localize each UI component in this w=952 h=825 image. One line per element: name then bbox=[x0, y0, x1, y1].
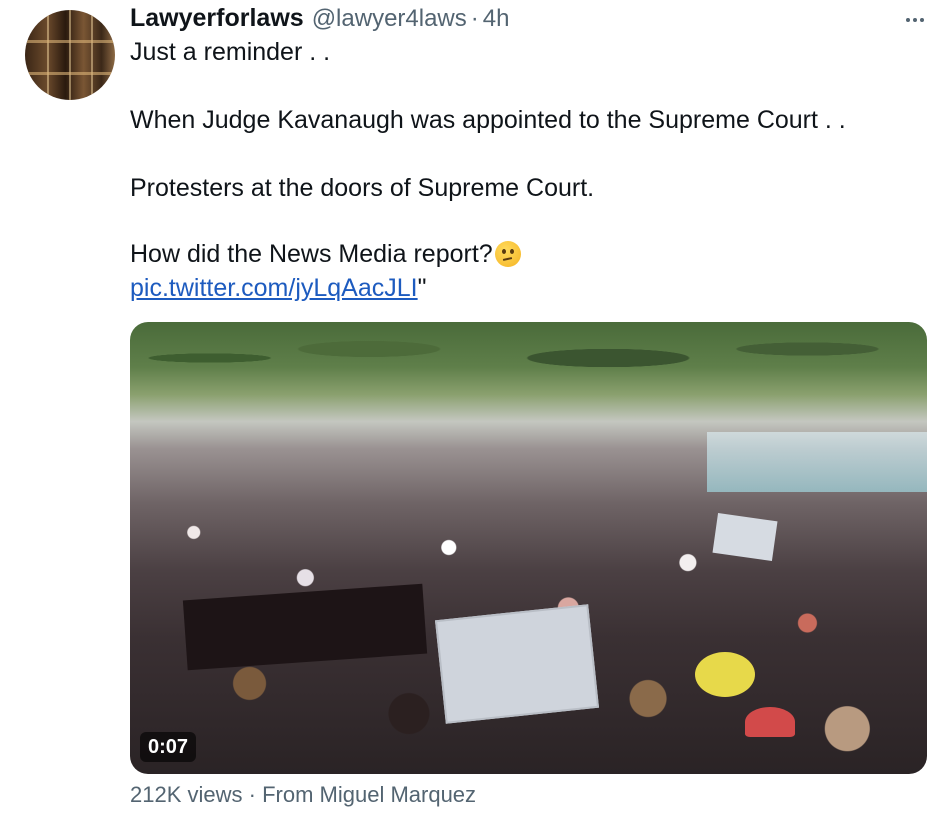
thinking-face-icon bbox=[494, 241, 521, 267]
tweet-link-line: pic.twitter.com/jyLqAacJLI" bbox=[130, 274, 427, 303]
video-frame-sign bbox=[434, 604, 600, 724]
video-frame-trees bbox=[130, 322, 927, 412]
link-suffix: " bbox=[417, 274, 427, 302]
video-frame-sign bbox=[712, 513, 778, 561]
more-options-icon[interactable] bbox=[900, 10, 930, 30]
tweet-text-question: How did the News Media report? bbox=[130, 240, 521, 269]
video-frame-figure bbox=[745, 707, 795, 737]
video-source[interactable]: From Miguel Marquez bbox=[262, 782, 476, 807]
pic-link[interactable]: pic.twitter.com/jyLqAacJLI bbox=[130, 274, 418, 302]
avatar[interactable] bbox=[25, 10, 115, 100]
video-player[interactable] bbox=[130, 322, 927, 774]
video-frame-figure bbox=[695, 652, 755, 697]
author-name[interactable]: Lawyerforlaws bbox=[130, 4, 304, 33]
separator-dot: · bbox=[248, 782, 256, 807]
video-footer: 212K views · From Miguel Marquez bbox=[130, 782, 476, 808]
tweet-text-line: Just a reminder . . bbox=[130, 38, 331, 66]
view-count[interactable]: 212K views bbox=[130, 782, 243, 807]
separator-dot: · bbox=[470, 5, 479, 32]
video-duration-badge: 0:07 bbox=[140, 732, 197, 762]
tweet-text-line: When Judge Kavanaugh was appointed to th… bbox=[130, 106, 846, 134]
tweet-text-line: Protesters at the doors of Supreme Court… bbox=[130, 174, 595, 202]
tweet-timestamp[interactable]: 4h bbox=[483, 5, 510, 33]
tweet-header: Lawyerforlaws @lawyer4laws · 4h bbox=[130, 4, 509, 38]
tweet-text-line: How did the News Media report? bbox=[130, 240, 493, 268]
author-handle[interactable]: @lawyer4laws bbox=[312, 5, 467, 33]
